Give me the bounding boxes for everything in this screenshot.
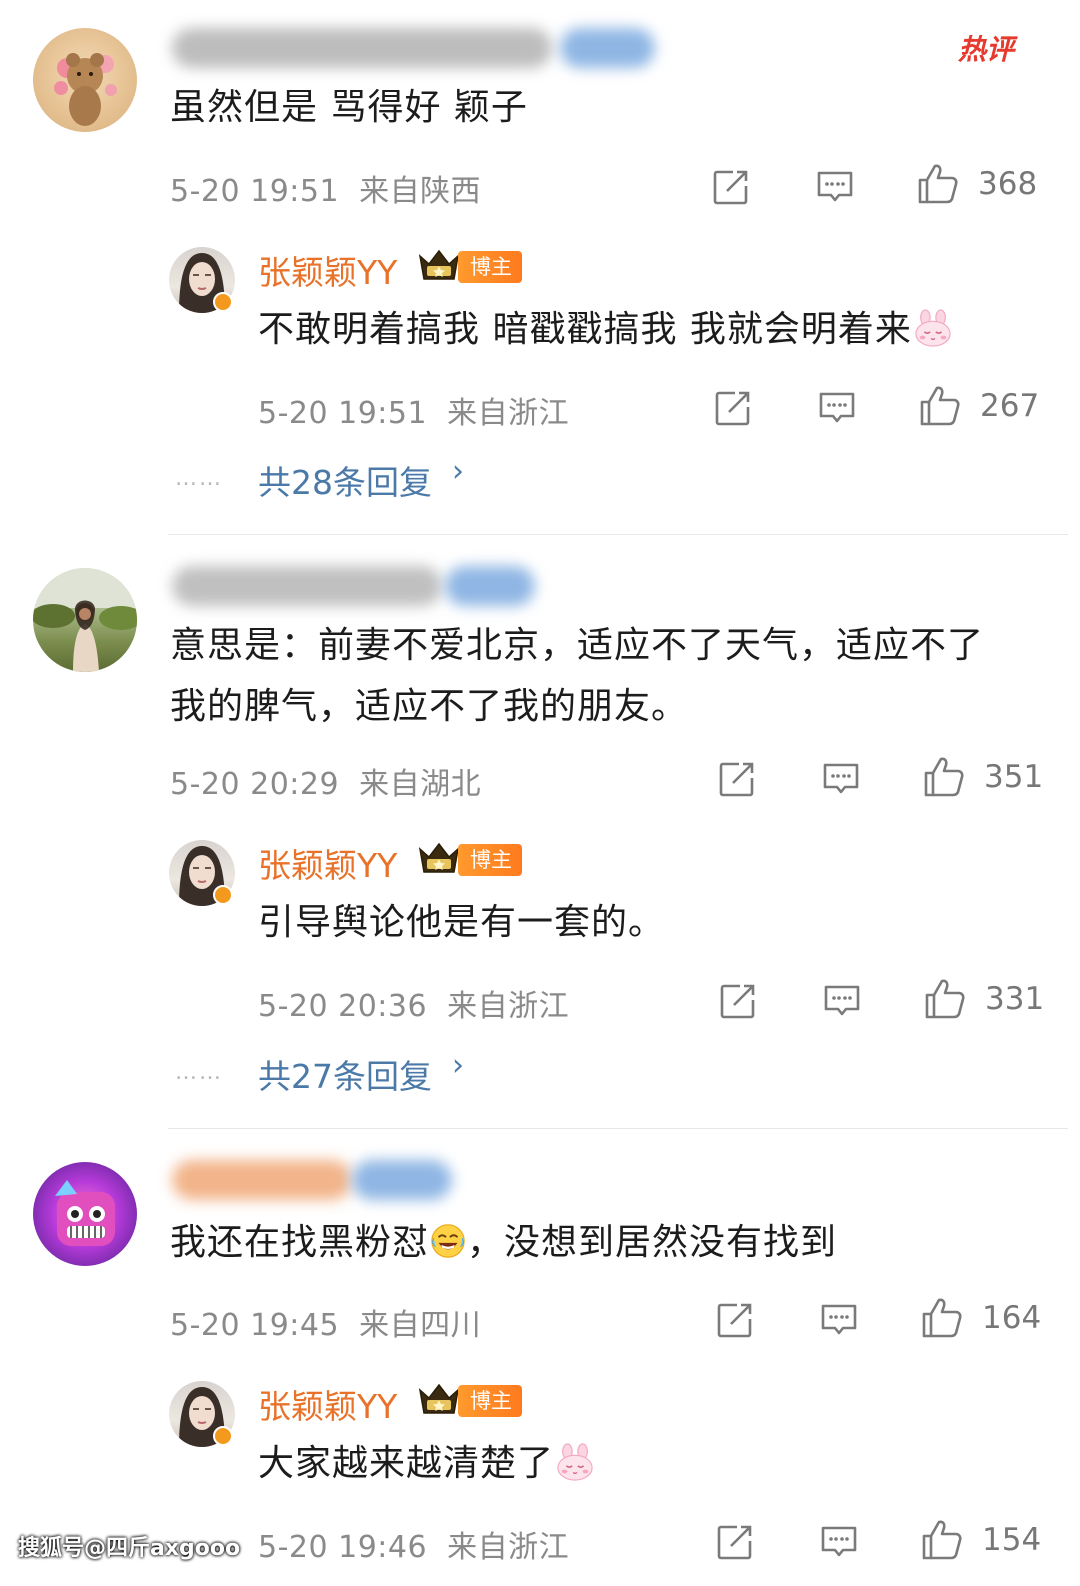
avatar[interactable] [33, 1162, 137, 1266]
chevron-right-icon[interactable]: › [452, 454, 464, 489]
avatar-bear-illustration [54, 53, 117, 126]
comment-text-part-1: 我还在找黑粉怼 [170, 1222, 430, 1263]
location: 来自浙江 [447, 396, 570, 431]
crown-icon [417, 841, 461, 875]
verified-badge [213, 885, 233, 905]
bunny-emoji-icon [912, 309, 954, 347]
reply-text-content: 不敢明着搞我 暗戳戳搞我 我就会明着来 [258, 309, 912, 350]
author-badge: 博主 [458, 1385, 522, 1417]
blurred-user-badge [560, 28, 655, 68]
comment-timestamp: 5-20 19:51 来自陕西 [170, 166, 481, 210]
time: 5-20 19:46 [258, 1530, 428, 1565]
author-badge: 博主 [458, 251, 522, 283]
comment-text-line-2: 我的脾气，适应不了我的朋友。 [170, 686, 689, 727]
avatar-cartoon [55, 1180, 115, 1246]
chevron-right-icon[interactable]: › [452, 1048, 464, 1083]
like-icon[interactable] [922, 755, 966, 799]
like-count: 267 [980, 388, 1040, 424]
comment-timestamp: 5-20 19:45 来自四川 [170, 1300, 481, 1344]
reply-text: 不敢明着搞我 暗戳戳搞我 我就会明着来 [258, 300, 954, 360]
comment-icon[interactable] [819, 1300, 859, 1340]
author-badge: 博主 [458, 844, 522, 876]
share-icon[interactable] [718, 981, 758, 1021]
verified-badge [213, 1426, 233, 1446]
laugh-cry-emoji-icon [429, 1222, 467, 1260]
divider [168, 1128, 1068, 1129]
comment-icon[interactable] [821, 759, 861, 799]
crown-icon [417, 248, 461, 282]
watermark: 搜狐号@四斤axgooo [18, 1536, 241, 1561]
like-count: 164 [982, 1300, 1042, 1336]
reply-timestamp: 5-20 19:51 来自浙江 [258, 388, 569, 432]
more-dots: …… [175, 466, 223, 491]
location: 来自浙江 [447, 989, 570, 1024]
blurred-user-badge [445, 566, 535, 606]
blurred-username[interactable] [172, 566, 442, 606]
comment-text: 虽然但是 骂得好 颖子 [170, 87, 528, 128]
reply-username[interactable]: 张颖颖YY [258, 246, 397, 294]
time: 5-20 19:51 [258, 396, 428, 431]
reply-username[interactable]: 张颖颖YY [258, 839, 397, 887]
time: 5-20 19:51 [170, 174, 340, 209]
hot-comment-tag: 热评 [958, 33, 1015, 66]
like-count: 351 [984, 759, 1044, 795]
crown-icon [417, 1382, 461, 1416]
location: 来自陕西 [359, 174, 482, 209]
blurred-user-badge [352, 1160, 452, 1200]
reply-timestamp: 5-20 20:36 来自浙江 [258, 981, 569, 1025]
like-icon[interactable] [920, 1518, 964, 1562]
share-icon[interactable] [711, 167, 751, 207]
location: 来自四川 [359, 1308, 482, 1343]
location: 来自浙江 [447, 1530, 570, 1565]
like-icon[interactable] [923, 977, 967, 1021]
blurred-username[interactable] [172, 1160, 352, 1200]
reply-text: 大家越来越清楚了 [258, 1434, 596, 1494]
more-replies-link[interactable]: 共27条回复 [258, 1050, 432, 1098]
comment-timestamp: 5-20 20:29 来自湖北 [170, 759, 481, 803]
reply-username[interactable]: 张颖颖YY [258, 1380, 397, 1428]
comment-text-line-1: 意思是：前妻不爱北京，适应不了天气，适应不了 [170, 625, 985, 666]
comment-icon[interactable] [817, 388, 857, 428]
comment-text: 我还在找黑粉怼 ，没想到居然没有找到 [170, 1213, 837, 1273]
share-icon[interactable] [713, 388, 753, 428]
more-replies-link[interactable]: 共28条回复 [258, 456, 432, 504]
comment-text-part-2: ，没想到居然没有找到 [467, 1222, 838, 1263]
reply-timestamp: 5-20 19:46 来自浙江 [258, 1522, 569, 1566]
like-count: 154 [982, 1522, 1042, 1558]
like-count: 368 [978, 166, 1038, 202]
share-icon[interactable] [717, 759, 757, 799]
location: 来自湖北 [359, 767, 482, 802]
comment-icon[interactable] [815, 167, 855, 207]
like-icon[interactable] [916, 162, 960, 206]
divider [168, 534, 1068, 535]
like-count: 331 [985, 981, 1045, 1017]
time: 5-20 19:45 [170, 1308, 340, 1343]
like-icon[interactable] [920, 1296, 964, 1340]
reply-text-content: 大家越来越清楚了 [258, 1443, 555, 1484]
comment-icon[interactable] [819, 1522, 859, 1562]
comment-icon[interactable] [822, 981, 862, 1021]
blurred-username[interactable] [172, 28, 552, 68]
time: 5-20 20:36 [258, 989, 428, 1024]
like-icon[interactable] [918, 384, 962, 428]
verified-badge [213, 292, 233, 312]
avatar[interactable] [33, 568, 137, 672]
more-dots: …… [175, 1060, 223, 1085]
bunny-emoji-icon [554, 1443, 596, 1481]
avatar[interactable] [33, 28, 137, 132]
time: 5-20 20:29 [170, 767, 340, 802]
avatar-photo [33, 568, 137, 672]
share-icon[interactable] [715, 1522, 755, 1562]
share-icon[interactable] [715, 1300, 755, 1340]
reply-text: 引导舆论他是有一套的。 [258, 902, 666, 943]
